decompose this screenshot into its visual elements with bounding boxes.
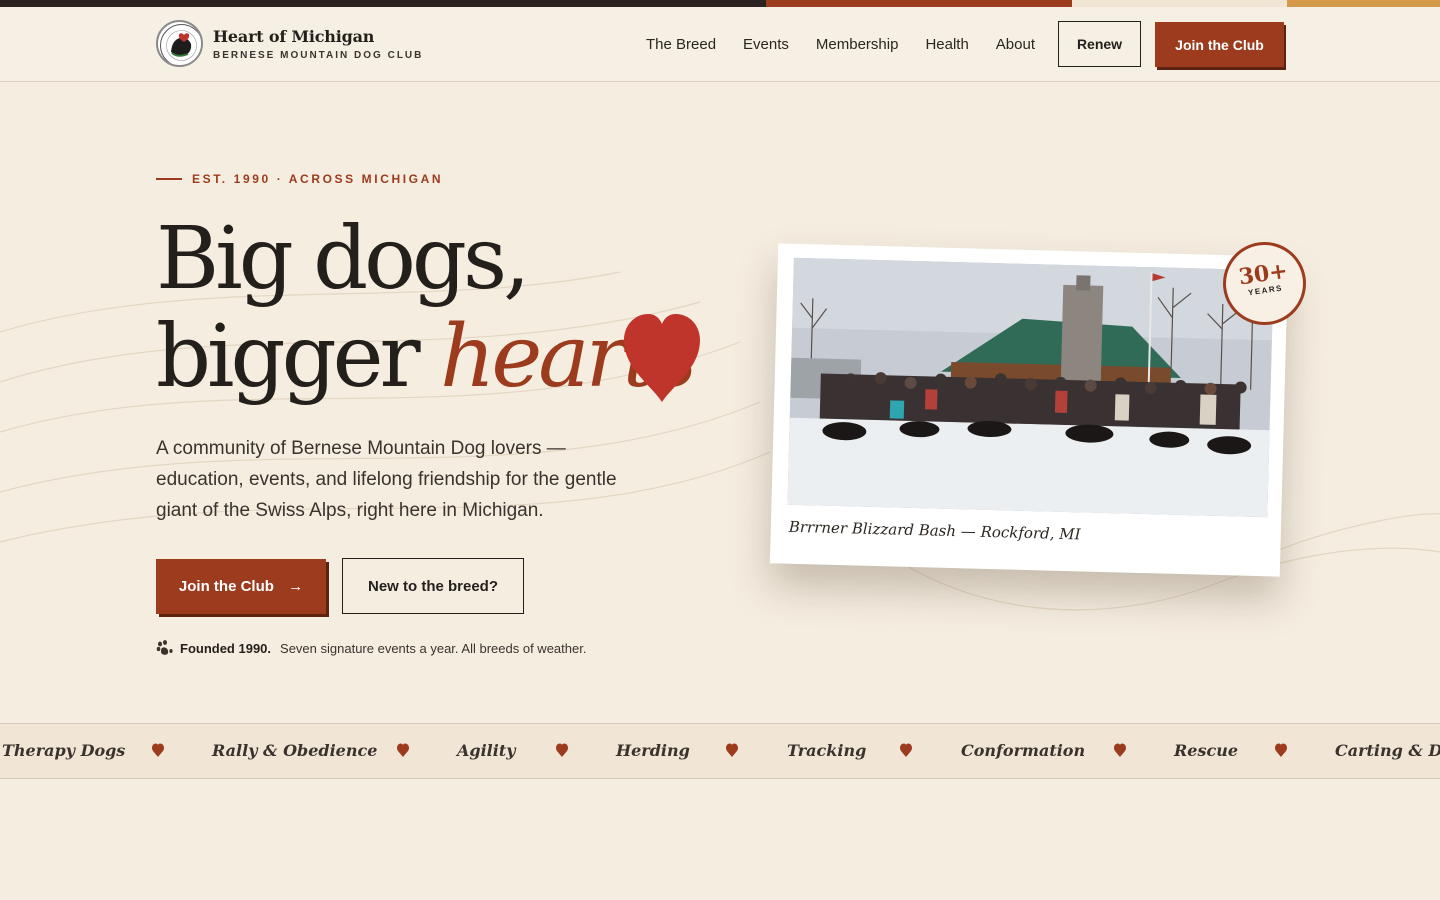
hero-description: A community of Bernese Mountain Dog love… xyxy=(156,438,617,521)
ticker-item-agility: Agility xyxy=(457,741,516,760)
main-nav: The Breed Events Membership Health About xyxy=(646,36,1035,53)
join-club-header-button[interactable]: Join the Club xyxy=(1155,22,1284,67)
photo-caption: Brrrner Blizzard Bash — Rockford, MI xyxy=(788,517,1081,544)
heart-icon xyxy=(624,314,700,402)
eyebrow-rule xyxy=(156,178,182,180)
brand-name: Heart of Michigan xyxy=(213,27,375,46)
join-club-label: Join the Club xyxy=(178,578,274,595)
founded-bold: Founded 1990. xyxy=(180,640,272,656)
ticker-item-tracking: Tracking xyxy=(787,741,867,760)
nav-health[interactable]: Health xyxy=(925,36,968,53)
paw-icon xyxy=(156,640,173,655)
new-to-breed-button[interactable]: New to the breed? xyxy=(342,558,524,614)
nav-membership[interactable]: Membership xyxy=(816,36,899,53)
nav-the-breed[interactable]: The Breed xyxy=(646,36,716,53)
nav-events[interactable]: Events xyxy=(743,36,789,53)
heart-paw-icon xyxy=(726,743,738,757)
join-club-button[interactable]: Join the Club → xyxy=(156,559,326,614)
top-color-bar xyxy=(0,0,1440,7)
heart-paw-icon xyxy=(152,743,164,757)
club-logo[interactable] xyxy=(156,20,203,67)
site-header: Heart of Michigan BERNESE MOUNTAIN DOG C… xyxy=(0,7,1440,82)
founded-text: Seven signature events a year. All breed… xyxy=(280,640,587,656)
ticker-item-rescue: Rescue xyxy=(1174,741,1239,760)
headline-line-1: Big dogs, xyxy=(156,209,530,309)
activities-ticker: Therapy Dogs Rally & Obedience Agility H… xyxy=(0,723,1440,779)
heart-paw-icon xyxy=(900,743,912,757)
heart-paw-icon xyxy=(1275,743,1287,757)
founded-note: Founded 1990. Seven signature events a y… xyxy=(156,640,586,656)
ticker-item-carting: Carting & Dra xyxy=(1335,741,1440,760)
headline-line-2: bigger xyxy=(156,307,441,407)
heart-paw-icon xyxy=(397,743,409,757)
event-photo-card: Brrrner Blizzard Bash — Rockford, MI xyxy=(769,243,1289,577)
ticker-item-conformation: Conformation xyxy=(961,741,1086,760)
arrow-right-icon: → xyxy=(288,578,304,595)
heart-paw-icon xyxy=(1114,743,1126,757)
hero-eyebrow: EST. 1990 · ACROSS MICHIGAN xyxy=(156,172,443,186)
ticker-item-rally-obedience: Rally & Obedience xyxy=(212,741,378,760)
hero-headline: Big dogs, bigger hearts xyxy=(156,209,697,407)
renew-button[interactable]: Renew xyxy=(1058,21,1141,67)
brand-subtitle: BERNESE MOUNTAIN DOG CLUB xyxy=(213,50,424,61)
ticker-item-herding: Herding xyxy=(616,741,690,760)
heart-paw-icon xyxy=(556,743,568,757)
brand-block[interactable]: Heart of Michigan BERNESE MOUNTAIN DOG C… xyxy=(213,27,423,61)
ticker-item-therapy-dogs: Therapy Dogs xyxy=(2,741,126,760)
event-photo xyxy=(787,257,1274,518)
eyebrow-text: EST. 1990 · ACROSS MICHIGAN xyxy=(192,172,444,186)
nav-about[interactable]: About xyxy=(996,36,1035,53)
